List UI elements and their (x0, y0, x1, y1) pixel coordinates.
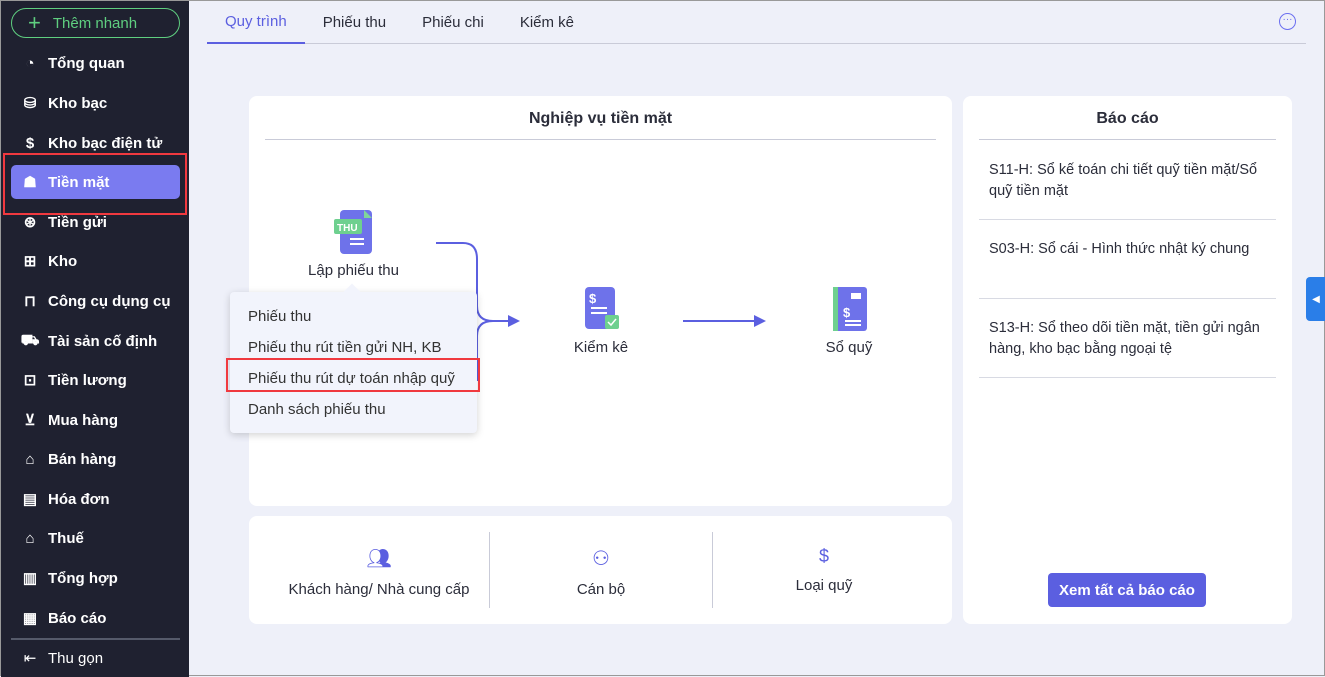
menu-item-phieu-thu[interactable]: Phiếu thu (248, 308, 311, 325)
categories-card: 👥︎ Khách hàng/ Nhà cung cấp ⚇ Cán bộ $ Loại… (249, 516, 952, 624)
user-add-icon: ⚇ (592, 548, 610, 570)
svg-text:$: $ (589, 291, 597, 306)
users-icon: 👥︎ (366, 548, 392, 570)
menu-item-danh-sach[interactable]: Danh sách phiếu thu (248, 401, 386, 418)
category-fund-type[interactable]: $ Loại quỹ (713, 516, 935, 624)
category-staff[interactable]: ⚇ Cán bộ (490, 516, 712, 624)
node-so-quy[interactable]: $ Sổ quỹ (809, 287, 889, 356)
node-lap-phieu-thu[interactable]: THU Lập phiếu thu (291, 210, 416, 279)
node-kiem-ke[interactable]: $ Kiểm kê (561, 287, 641, 356)
inventory-doc-icon: $ (585, 287, 619, 329)
category-customers[interactable]: 👥︎ Khách hàng/ Nhà cung cấp (269, 516, 489, 624)
reports-title: Báo cáo (979, 110, 1276, 140)
expand-panel-handle[interactable]: ◀ (1306, 277, 1325, 321)
svg-text:THU: THU (337, 223, 358, 234)
view-all-reports-button[interactable]: Xem tất cả báo cáo (1048, 573, 1206, 607)
svg-text:$: $ (843, 305, 851, 320)
receipt-doc-icon: THU (333, 210, 372, 254)
fund-icon: $ (818, 546, 829, 566)
highlight-box (226, 358, 480, 392)
report-link[interactable]: S13-H: Sổ theo dõi tiền mặt, tiền gửi ng… (979, 306, 1276, 378)
report-link[interactable]: S11-H: Sổ kế toán chi tiết quỹ tiền mặt/… (979, 148, 1276, 220)
menu-item-rut-tien-gui[interactable]: Phiếu thu rút tiền gửi NH, KB (248, 339, 441, 356)
report-link[interactable]: S03-H: Sổ cái - Hình thức nhật ký chung (979, 227, 1276, 299)
cash-book-icon: $ (833, 287, 867, 331)
reports-card: Báo cáo S11-H: Sổ kế toán chi tiết quỹ t… (963, 96, 1292, 624)
